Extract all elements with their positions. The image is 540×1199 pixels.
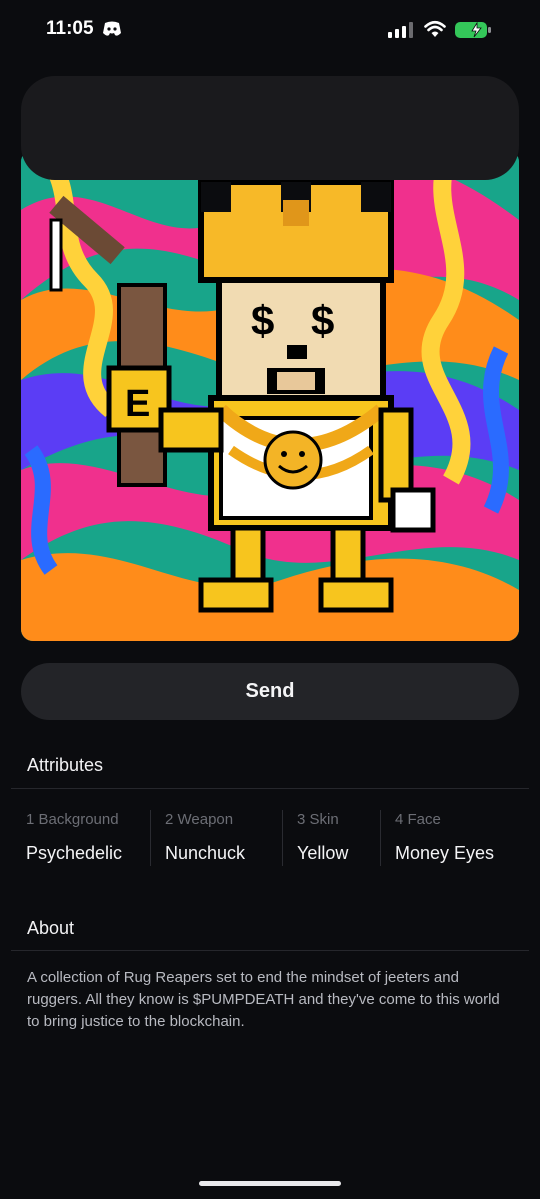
attribute-label: 1 Background	[26, 811, 119, 828]
nft-image[interactable]: $ $ E	[21, 150, 519, 641]
about-divider	[11, 950, 529, 951]
status-bar: 11:05	[0, 0, 540, 60]
home-indicator[interactable]	[199, 1181, 341, 1186]
about-description: A collection of Rug Reapers set to end t…	[27, 969, 500, 1030]
attribute-value: Nunchuck	[165, 843, 246, 863]
about-heading: About	[27, 918, 75, 938]
status-time: 11:05	[46, 18, 94, 39]
attributes-heading: Attributes	[27, 755, 104, 775]
send-button[interactable]: Send	[21, 663, 519, 720]
cellular-signal-icon	[388, 22, 413, 38]
attribute-value: Money Eyes	[395, 843, 495, 863]
attribute-label: 2 Weapon	[165, 811, 234, 828]
attribute-face: 4 Face Money Eyes	[380, 808, 525, 868]
pixel-art-character: $ $ E	[21, 150, 519, 641]
battery-charging-icon	[455, 21, 491, 38]
attribute-label: 4 Face	[395, 811, 441, 828]
discord-icon	[103, 21, 121, 36]
nft-title-card	[21, 76, 519, 180]
svg-text:$: $	[311, 297, 334, 344]
attribute-weapon: 2 Weapon Nunchuck	[150, 808, 282, 868]
svg-text:$: $	[251, 297, 274, 344]
svg-text:E: E	[125, 383, 150, 425]
attribute-value: Psychedelic	[26, 843, 123, 863]
attributes-list: 1 Background Psychedelic 2 Weapon Nunchu…	[11, 808, 529, 868]
attribute-skin: 3 Skin Yellow	[282, 808, 380, 868]
attribute-background: 1 Background Psychedelic	[11, 808, 150, 868]
attribute-value: Yellow	[297, 843, 349, 863]
attributes-divider	[11, 788, 529, 789]
attribute-label: 3 Skin	[297, 811, 339, 828]
wifi-icon	[424, 20, 446, 37]
